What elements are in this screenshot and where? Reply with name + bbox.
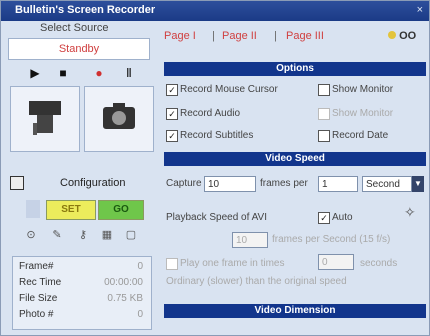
- record-camera-button[interactable]: [10, 86, 80, 152]
- key-icon[interactable]: ⚷: [76, 228, 90, 242]
- configuration-label: Configuration: [60, 177, 126, 189]
- label-record-subtitles: Record Subtitles: [180, 130, 254, 141]
- play-unit-label: seconds: [360, 258, 398, 269]
- snapshot-button[interactable]: [84, 86, 154, 152]
- tab-separator: |: [212, 30, 215, 42]
- tab-separator: |: [274, 30, 277, 42]
- stat-rec-time-label: Rec Time: [19, 277, 62, 288]
- stat-rec-time-value: 00:00:00: [104, 277, 143, 288]
- close-icon[interactable]: ×: [417, 4, 423, 16]
- stat-file-size-value: 0.75 KB: [107, 293, 143, 304]
- green-button[interactable]: GO: [98, 200, 144, 220]
- video-speed-header: Video Speed: [164, 152, 426, 166]
- tab-page-2[interactable]: Page II: [222, 30, 257, 42]
- chevron-down-icon[interactable]: ▼: [412, 176, 424, 192]
- stat-file-size-label: File Size: [19, 293, 58, 304]
- source-select[interactable]: Standby: [8, 38, 150, 60]
- pause-icon[interactable]: Ⅱ: [122, 66, 136, 80]
- configuration-row[interactable]: Configuration: [8, 176, 148, 192]
- corner-label: OO: [388, 30, 416, 42]
- checkbox-record-subtitles[interactable]: ✓: [166, 130, 178, 142]
- monitor-icon: [10, 176, 24, 190]
- options-header: Options: [164, 62, 426, 76]
- playback-speed-label: Playback Speed of AVI: [166, 212, 267, 223]
- tab-page-1[interactable]: Page I: [164, 30, 196, 42]
- stop-icon[interactable]: ■: [56, 66, 70, 80]
- label-show-monitor: Show Monitor: [332, 84, 394, 95]
- unit-select[interactable]: Second: [362, 176, 412, 192]
- video-camera-icon: [29, 101, 61, 135]
- stats-panel: Frame# 0 Rec Time 00:00:00 File Size 0.7…: [12, 256, 152, 330]
- play-icon[interactable]: ▶: [28, 66, 42, 80]
- corner-label-text: OO: [399, 30, 417, 42]
- checkbox-record-audio[interactable]: ✓: [166, 108, 178, 120]
- checkbox-play-one-frame[interactable]: [166, 258, 178, 270]
- capture-label: Capture: [166, 178, 202, 189]
- grid-icon[interactable]: ▦: [100, 228, 114, 242]
- yellow-button[interactable]: SET: [46, 200, 96, 220]
- hint-text: Ordinary (slower) than the original spee…: [166, 276, 347, 287]
- checkbox-show-monitor-2[interactable]: [318, 108, 330, 120]
- stat-frame-label: Frame#: [19, 261, 54, 272]
- fps-input[interactable]: 10: [232, 232, 268, 248]
- window-icon[interactable]: ▢: [124, 228, 138, 242]
- label-show-monitor-2: Show Monitor: [332, 108, 394, 119]
- tool-icon[interactable]: ✎: [50, 228, 64, 242]
- checkbox-auto[interactable]: ✓: [318, 212, 330, 224]
- tab-page-3[interactable]: Page III: [286, 30, 324, 42]
- capture-input[interactable]: 10: [204, 176, 256, 192]
- record-icon[interactable]: ●: [92, 66, 106, 80]
- checkbox-show-monitor[interactable]: [318, 84, 330, 96]
- window-title: Bulletin's Screen Recorder: [15, 4, 156, 16]
- stat-frame-value: 0: [137, 261, 143, 272]
- auto-label: Auto: [332, 212, 353, 223]
- play-interval-input[interactable]: 0: [318, 254, 354, 270]
- stat-photo-value: 0: [137, 309, 143, 320]
- fps-label: frames per Second (15 f/s): [272, 234, 391, 245]
- label-record-mouse: Record Mouse Cursor: [180, 84, 278, 95]
- label-record-audio: Record Audio: [180, 108, 241, 119]
- checkbox-record-mouse[interactable]: ✓: [166, 84, 178, 96]
- play-one-frame-label: Play one frame in times: [180, 258, 285, 269]
- stat-photo-label: Photo #: [19, 309, 54, 320]
- doc-icon: [26, 200, 40, 218]
- label-record-date: Record Date: [332, 130, 389, 141]
- frames-per-label: frames per: [260, 178, 308, 189]
- camera-icon: [103, 103, 135, 129]
- select-source-label: Select Source: [40, 22, 109, 34]
- title-bar: Bulletin's Screen Recorder ×: [1, 1, 429, 21]
- video-dimension-header: Video Dimension: [164, 304, 426, 318]
- frames-per-input[interactable]: 1: [318, 176, 358, 192]
- checkbox-record-date[interactable]: [318, 130, 330, 142]
- link-icon[interactable]: ⊙: [24, 228, 38, 242]
- target-icon[interactable]: ✧: [404, 204, 420, 220]
